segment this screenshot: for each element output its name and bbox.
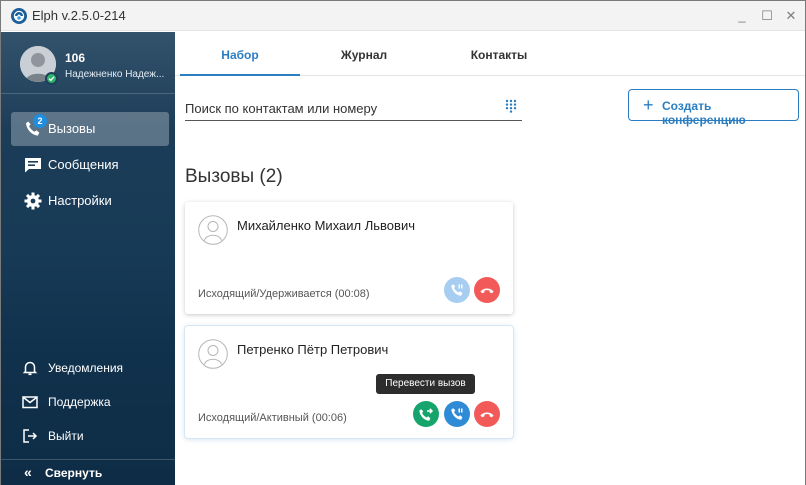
sidebar-item-label: Уведомления (48, 361, 124, 375)
maximize-button[interactable]: ☐ (756, 5, 778, 27)
contact-name: Петренко Пётр Петрович (237, 342, 389, 357)
sidebar-item-label: Выйти (48, 429, 84, 443)
sidebar-item-label: Поддержка (48, 395, 111, 409)
minimize-button[interactable]: _ (731, 5, 753, 27)
resume-call-button[interactable] (444, 277, 470, 303)
app-window: Elph v.2.5.0-214 _ ☐ ✕ 106 Надежненко На… (0, 0, 806, 485)
transfer-call-button[interactable] (413, 401, 439, 427)
window-title: Elph v.2.5.0-214 (32, 8, 126, 23)
calls-badge: 2 (33, 114, 47, 128)
sidebar-item-logout[interactable]: Выйти (11, 423, 169, 449)
sidebar-item-settings[interactable]: Настройки (11, 184, 169, 218)
hangup-icon (480, 288, 494, 294)
collapse-sidebar-button[interactable]: « Свернуть (1, 460, 175, 485)
sidebar-item-support[interactable]: Поддержка (11, 389, 169, 415)
profile-number: 106 (65, 51, 86, 65)
double-chevron-left-icon: « (24, 464, 32, 480)
profile-name: Надежненко Надеж... (65, 69, 165, 80)
contact-avatar-icon (198, 215, 228, 245)
calls-title: Вызовы (2) (185, 166, 283, 187)
sidebar-item-label: Вызовы (48, 121, 96, 136)
sidebar-item-calls[interactable]: 2 Вызовы (11, 112, 169, 146)
create-conference-label: Создать конференцию (662, 99, 746, 127)
sidebar-item-label: Сообщения (48, 157, 119, 172)
gear-icon (24, 192, 42, 210)
close-button[interactable]: ✕ (780, 5, 802, 27)
hangup-button[interactable] (474, 277, 500, 303)
title-bar: Elph v.2.5.0-214 _ ☐ ✕ (1, 1, 805, 31)
sidebar-item-label: Настройки (48, 193, 112, 208)
call-status: Исходящий/Активный (00:06) (198, 412, 347, 424)
mail-icon (22, 396, 38, 409)
transfer-icon (419, 408, 434, 421)
plus-icon: + (643, 95, 654, 115)
user-profile[interactable]: 106 Надежненко Надеж... (1, 32, 175, 94)
tab-dial[interactable]: Набор (180, 32, 300, 76)
logout-icon (23, 429, 38, 443)
message-icon (25, 158, 41, 173)
create-conference-button[interactable]: + Создать конференцию (628, 89, 799, 127)
hold-icon (451, 408, 463, 420)
tab-bar: Набор Журнал Контакты (175, 32, 805, 76)
contact-avatar-icon (198, 339, 228, 369)
dialpad-icon[interactable] (504, 99, 518, 113)
hangup-icon (480, 412, 494, 418)
sidebar-item-notifications[interactable]: Уведомления (11, 355, 169, 381)
hangup-button[interactable] (474, 401, 500, 427)
hold-call-button[interactable] (444, 401, 470, 427)
sidebar: 106 Надежненко Надеж... 2 Вызовы Сообщен… (1, 32, 175, 485)
collapse-label: Свернуть (45, 466, 103, 480)
contact-name: Михайленко Михаил Львович (237, 218, 415, 233)
resume-hold-icon (451, 284, 463, 296)
transfer-tooltip: Перевести вызов (376, 374, 475, 394)
search-field (185, 94, 522, 121)
tab-journal[interactable]: Журнал (304, 32, 424, 76)
presence-status-icon (45, 72, 58, 85)
call-status: Исходящий/Удерживается (00:08) (198, 288, 370, 300)
bell-icon (22, 361, 38, 376)
sidebar-item-messages[interactable]: Сообщения (11, 148, 169, 182)
tab-contacts[interactable]: Контакты (439, 32, 559, 76)
call-card[interactable]: Михайленко Михаил Львович Исходящий/Удер… (185, 202, 513, 314)
app-logo-icon (11, 8, 27, 24)
main-panel: Набор Журнал Контакты + Создать конферен… (175, 32, 805, 485)
search-input[interactable] (185, 98, 490, 118)
